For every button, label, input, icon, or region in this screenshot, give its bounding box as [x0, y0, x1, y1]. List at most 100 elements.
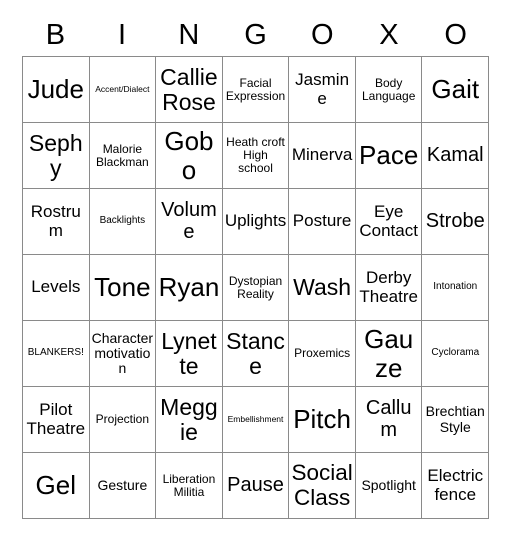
bingo-cell-r2-c3[interactable]: Uplights	[222, 189, 290, 255]
bingo-cell-r5-c0[interactable]: Pilot Theatre	[23, 387, 90, 453]
bingo-cell-label: Wash	[293, 274, 352, 301]
bingo-cell-r1-c4[interactable]: Minerva	[289, 123, 356, 189]
bingo-cell-label: Tone	[94, 272, 151, 303]
bingo-cell-r3-c1[interactable]: Tone	[89, 255, 157, 321]
bingo-cell-label: Levels	[31, 277, 81, 297]
bingo-row: Rostrum Backlights Volume Uplights Posture Ey…	[23, 189, 490, 255]
bingo-cell-r2-c0[interactable]: Rostrum	[23, 189, 90, 255]
bingo-cell-label: Gel	[35, 470, 77, 501]
bingo-cell-r6-c6[interactable]: Electric fence	[422, 453, 490, 519]
bingo-cell-label: Brechtian Style	[425, 403, 485, 435]
bingo-row: Gel Gesture Liberation Militia Pause Social …	[23, 453, 490, 519]
bingo-cell-label: Backlights	[99, 215, 146, 227]
bingo-cell-r2-c1[interactable]: Backlights	[89, 189, 157, 255]
bingo-cell-label: Liberation Militia	[162, 471, 216, 499]
bingo-cell-label: Eye Contact	[359, 202, 418, 240]
bingo-cell-r6-c1[interactable]: Gesture	[89, 453, 157, 519]
bingo-cell-label: Cyclorama	[431, 347, 480, 359]
bingo-cell-r5-c4[interactable]: Pitch	[289, 387, 356, 453]
bingo-cell-label: Pilot Theatre	[26, 400, 86, 438]
bingo-cell-r6-c4[interactable]: Social Class	[289, 453, 356, 519]
bingo-cell-label: Pitch	[293, 404, 351, 435]
bingo-cell-r1-c5[interactable]: Pace	[355, 123, 423, 189]
bingo-card: B I N G O X O Jude Accent/Dialect Callie Rose Fac…	[0, 0, 511, 544]
bingo-cell-r1-c6[interactable]: Kamal	[422, 123, 490, 189]
bingo-cell-label: Derby Theatre	[359, 268, 418, 306]
bingo-cell-label: Ryan	[158, 272, 220, 303]
bingo-cell-r5-c6[interactable]: Brechtian Style	[422, 387, 490, 453]
bingo-cell-r3-c3[interactable]: Dystopian Reality	[222, 255, 290, 321]
bingo-cell-label: Pace	[359, 140, 419, 171]
bingo-cell-r5-c5[interactable]: Callum	[355, 387, 423, 453]
bingo-cell-r1-c0[interactable]: Sephy	[23, 123, 90, 189]
bingo-cell-r0-c1[interactable]: Accent/Dialect	[89, 57, 157, 123]
bingo-cell-label: Body Language	[361, 75, 416, 103]
bingo-cell-label: Sephy	[28, 129, 83, 181]
bingo-row: Jude Accent/Dialect Callie Rose Facial Expr…	[23, 57, 490, 123]
bingo-cell-label: BLANKERS!	[27, 347, 84, 359]
bingo-cell-label: Projection	[95, 412, 150, 427]
bingo-cell-label: Minerva	[291, 145, 353, 165]
bingo-cell-r3-c5[interactable]: Derby Theatre	[355, 255, 423, 321]
bingo-cell-label: Character motivation	[91, 329, 154, 377]
bingo-cell-r3-c4[interactable]: Wash	[289, 255, 356, 321]
bingo-header-letter-3: G	[244, 18, 267, 51]
bingo-cell-label: Rostrum	[30, 202, 81, 240]
bingo-cell-r6-c2[interactable]: Liberation Militia	[156, 453, 223, 519]
bingo-cell-r2-c6[interactable]: Strobe	[422, 189, 490, 255]
bingo-cell-r0-c6[interactable]: Gait	[422, 57, 490, 123]
bingo-cell-r5-c1[interactable]: Projection	[89, 387, 157, 453]
bingo-cell-label: Proxemics	[294, 346, 351, 361]
bingo-cell-label: Gesture	[97, 476, 148, 493]
bingo-cell-label: Jude	[27, 74, 84, 105]
bingo-cell-r1-c1[interactable]: Malorie Blackman	[89, 123, 157, 189]
bingo-cell-r2-c5[interactable]: Eye Contact	[355, 189, 423, 255]
bingo-cell-label: Strobe	[425, 209, 485, 232]
bingo-cell-label: Malorie Blackman	[96, 141, 149, 169]
bingo-cell-label: Gait	[431, 74, 480, 105]
bingo-cell-r3-c6[interactable]: Intonation	[422, 255, 490, 321]
bingo-cell-label: Electric fence	[427, 466, 484, 504]
bingo-row: Levels Tone Ryan Dystopian Reality Wash Derby…	[23, 255, 490, 321]
bingo-cell-r0-c4[interactable]: Jasmine	[289, 57, 356, 123]
bingo-cell-label: Callum	[365, 396, 412, 441]
bingo-cell-r4-c5[interactable]: Gauze	[355, 321, 423, 387]
bingo-cell-r0-c2[interactable]: Callie Rose	[156, 57, 223, 123]
bingo-cell-r4-c3[interactable]: Stance	[222, 321, 290, 387]
bingo-cell-r5-c3[interactable]: Embellishment	[222, 387, 290, 453]
bingo-header-letter-6: O	[444, 18, 467, 51]
bingo-cell-label: Posture	[292, 211, 352, 231]
bingo-cell-r4-c2[interactable]: Lynette	[156, 321, 223, 387]
bingo-cell-r1-c2[interactable]: Gobo	[156, 123, 223, 189]
bingo-cell-r6-c0[interactable]: Gel	[23, 453, 90, 519]
bingo-header-row: BINGOXO	[22, 14, 489, 56]
bingo-cell-label: Pause	[227, 473, 284, 496]
bingo-cell-r4-c1[interactable]: Character motivation	[89, 321, 157, 387]
bingo-cell-r0-c3[interactable]: Facial Expression	[222, 57, 290, 123]
bingo-cell-r3-c0[interactable]: Levels	[23, 255, 90, 321]
bingo-cell-r6-c5[interactable]: Spotlight	[355, 453, 423, 519]
bingo-cell-r4-c6[interactable]: Cyclorama	[422, 321, 490, 387]
bingo-row: BLANKERS! Character motivation Lynette Stan…	[23, 321, 490, 387]
bingo-cell-label: Meggie	[160, 393, 218, 445]
bingo-cell-r2-c4[interactable]: Posture	[289, 189, 356, 255]
bingo-cell-r0-c0[interactable]: Jude	[23, 57, 90, 123]
bingo-row: Pilot Theatre Projection Meggie Embellishme…	[23, 387, 490, 453]
bingo-cell-r4-c0[interactable]: BLANKERS!	[23, 321, 90, 387]
bingo-cell-label: Kamal	[426, 143, 484, 166]
bingo-cell-label: Facial Expression	[225, 75, 286, 103]
bingo-cell-label: Social Class	[291, 460, 353, 510]
bingo-cell-r2-c2[interactable]: Volume	[156, 189, 223, 255]
bingo-cell-r4-c4[interactable]: Proxemics	[289, 321, 356, 387]
bingo-cell-label: Uplights	[224, 211, 287, 231]
bingo-cell-label: Gauze	[364, 324, 414, 383]
bingo-cell-r3-c2[interactable]: Ryan	[156, 255, 223, 321]
bingo-cell-label: Dystopian Reality	[228, 273, 283, 301]
bingo-cell-label: Embellishment	[227, 413, 284, 424]
bingo-cell-r1-c3[interactable]: Heath croft High school	[222, 123, 290, 189]
bingo-cell-r5-c2[interactable]: Meggie	[156, 387, 223, 453]
bingo-cell-r0-c5[interactable]: Body Language	[355, 57, 423, 123]
bingo-header-letter-4: O	[310, 18, 334, 51]
bingo-grid: Jude Accent/Dialect Callie Rose Facial Expr…	[22, 56, 490, 519]
bingo-cell-r6-c3[interactable]: Pause	[222, 453, 290, 519]
